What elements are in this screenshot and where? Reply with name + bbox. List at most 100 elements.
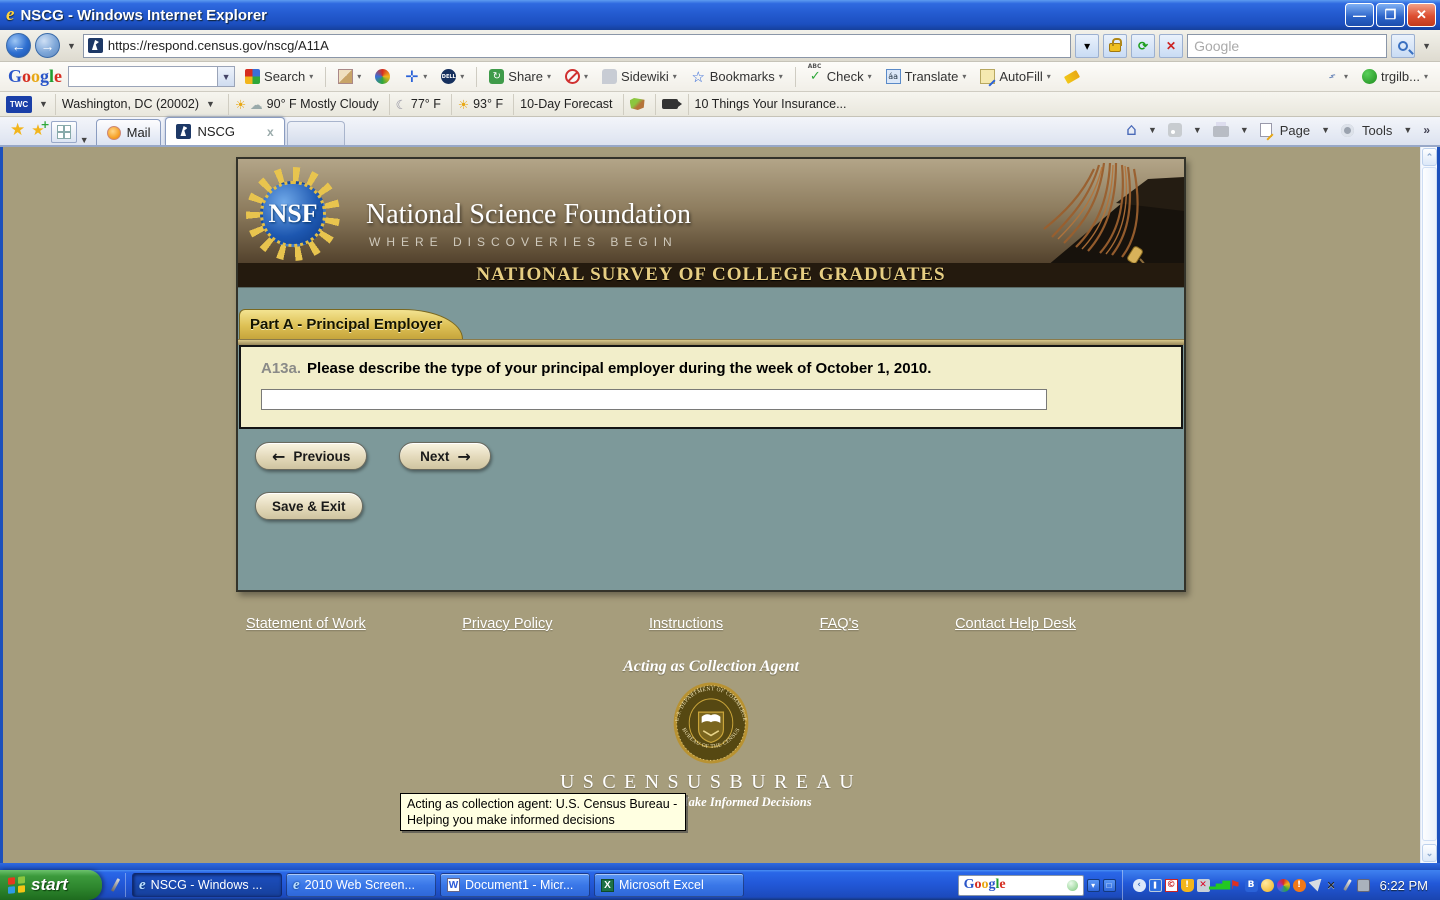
tray-copyright-icon[interactable]: ©	[1165, 879, 1178, 892]
bookmarks-button[interactable]: ☆Bookmarks▾	[687, 67, 787, 86]
faqs-link[interactable]: FAQ's	[820, 616, 859, 632]
save-exit-button[interactable]: Save & Exit	[255, 492, 363, 520]
search-go-button[interactable]	[1391, 34, 1415, 58]
next-button[interactable]: Next→	[399, 442, 491, 470]
tab-mail[interactable]: Mail	[96, 119, 162, 145]
tab-list-dropdown-icon[interactable]: ▼	[77, 135, 92, 145]
popup-blocker-button[interactable]: ▾	[561, 67, 592, 86]
back-button[interactable]: ←	[6, 33, 31, 58]
tray-network-disconnected-icon[interactable]: ✕	[1197, 879, 1210, 892]
statement-of-work-link[interactable]: Statement of Work	[246, 616, 366, 632]
sidewiki-button[interactable]: Sidewiki▾	[598, 67, 681, 86]
search-options-dropdown-icon[interactable]: ▼	[1419, 41, 1434, 51]
dell-button[interactable]: DELL▾	[437, 67, 468, 86]
tray-collapse-icon[interactable]: ‹	[1133, 879, 1146, 892]
security-lock-icon[interactable]	[1103, 34, 1127, 58]
tray-flag-icon[interactable]: ⚑	[1229, 879, 1242, 892]
tools-gear-icon[interactable]	[1341, 124, 1354, 137]
wave-button[interactable]	[371, 67, 394, 86]
twc-dropdown-icon[interactable]: ▼	[36, 99, 51, 109]
task-web-screen[interactable]: e2010 Web Screen...	[286, 873, 436, 897]
deskbar-restore-button[interactable]: □	[1103, 879, 1116, 892]
weather-conditions[interactable]: ☀☁90° F Mostly Cloudy	[228, 94, 385, 115]
tray-signal-icon[interactable]: ▂▄▆	[1213, 879, 1226, 892]
title-bar: e NSCG - Windows Internet Explorer — ❐ ✕	[0, 0, 1440, 30]
census-tagline: Helping You Make Informed Decisions	[236, 795, 1186, 810]
stop-button[interactable]: ✕	[1159, 34, 1183, 58]
deskbar-search-input[interactable]: Google	[958, 875, 1084, 896]
news-headline[interactable]: 10 Things Your Insurance...	[688, 94, 853, 115]
tray-close-icon[interactable]: ✕	[1325, 879, 1338, 892]
send-to-button[interactable]: ▾	[334, 67, 365, 86]
tray-security-shield-icon[interactable]: !	[1181, 879, 1194, 892]
contact-help-desk-link[interactable]: Contact Help Desk	[955, 616, 1076, 632]
account-button[interactable]: trgilb...▾	[1358, 67, 1432, 86]
moon-icon: ☾	[396, 97, 407, 112]
scroll-down-button[interactable]: ⌄	[1422, 844, 1437, 862]
vertical-scrollbar[interactable]: ⌃ ⌄	[1420, 147, 1437, 863]
tray-messenger-icon[interactable]	[1261, 879, 1274, 892]
excel-icon: X	[601, 879, 614, 892]
weather-high[interactable]: ☀93° F	[451, 94, 509, 115]
task-nscg[interactable]: eNSCG - Windows ...	[132, 873, 282, 897]
weather-video-button[interactable]	[655, 94, 684, 115]
minimize-button[interactable]: —	[1345, 3, 1374, 27]
footer-links: Statement of Work Privacy Policy Instruc…	[246, 616, 1076, 632]
search-input[interactable]	[1187, 34, 1387, 58]
history-dropdown-icon[interactable]: ▼	[64, 41, 79, 51]
tray-pointer-icon[interactable]	[1309, 879, 1322, 892]
weather-low[interactable]: ☾77° F	[389, 94, 447, 115]
twc-logo[interactable]: TWC	[6, 96, 32, 113]
close-button[interactable]: ✕	[1407, 3, 1436, 27]
answer-input[interactable]	[261, 389, 1047, 410]
task-word-document[interactable]: WDocument1 - Micr...	[440, 873, 590, 897]
tab-nscg[interactable]: NSCG x	[165, 117, 284, 145]
scrollbar-thumb[interactable]	[1422, 167, 1437, 841]
refresh-button[interactable]: ⟳	[1131, 34, 1155, 58]
add-favorite-icon[interactable]: ★	[31, 121, 44, 139]
toolbar-settings-button[interactable]: ⌁▾	[1321, 67, 1352, 86]
tray-monitor-icon[interactable]	[1357, 879, 1370, 892]
weather-location[interactable]: Washington, DC (20002)▼	[55, 94, 224, 115]
overflow-chevron-icon[interactable]: »	[1423, 123, 1430, 137]
deskbar-dropdown-button[interactable]: ▾	[1087, 879, 1100, 892]
forward-button[interactable]: →	[35, 33, 60, 58]
new-tab-stub[interactable]	[287, 121, 345, 145]
privacy-policy-link[interactable]: Privacy Policy	[462, 616, 552, 632]
start-button[interactable]: start	[0, 870, 102, 900]
address-bar[interactable]: https://respond.census.gov/nscg/A11A	[83, 34, 1071, 58]
highlighter-button[interactable]	[1061, 71, 1083, 83]
page-menu-icon[interactable]	[1260, 123, 1272, 137]
quick-launch-pen-icon[interactable]	[111, 878, 120, 892]
restore-button[interactable]: ❐	[1376, 3, 1405, 27]
google-search-button[interactable]: Search▾	[241, 67, 317, 86]
tray-alert-icon[interactable]: !	[1293, 879, 1306, 892]
feeds-icon[interactable]	[1168, 123, 1182, 137]
spellcheck-button[interactable]: ABC✓Check▾	[804, 67, 876, 86]
tools-menu[interactable]: Tools	[1362, 123, 1392, 138]
quick-tabs-button[interactable]	[51, 121, 77, 143]
forecast-link[interactable]: 10-Day Forecast	[513, 94, 618, 115]
tray-bluetooth-icon[interactable]: B	[1245, 879, 1258, 892]
favorites-star-icon[interactable]: ★	[10, 120, 25, 140]
page-menu[interactable]: Page	[1280, 123, 1310, 138]
address-dropdown-button[interactable]: ▾	[1075, 34, 1099, 58]
add-gadget-button[interactable]: ✛▾	[400, 67, 431, 86]
home-icon[interactable]: ⌂	[1126, 120, 1137, 140]
weather-map-button[interactable]	[623, 94, 651, 115]
autofill-button[interactable]: AutoFill▾	[976, 67, 1054, 86]
share-button[interactable]: ↻Share▾	[485, 67, 555, 86]
translate-button[interactable]: áaTranslate▾	[882, 67, 971, 86]
google-search-input[interactable]	[68, 66, 218, 87]
tab-close-icon[interactable]: x	[267, 125, 274, 139]
tray-pen-icon[interactable]	[1341, 879, 1354, 892]
scroll-up-button[interactable]: ⌃	[1422, 148, 1437, 166]
task-excel[interactable]: XMicrosoft Excel	[594, 873, 744, 897]
tray-display-icon[interactable]: ❚	[1149, 879, 1162, 892]
print-icon[interactable]	[1213, 126, 1229, 137]
tray-picasa-icon[interactable]	[1277, 879, 1290, 892]
instructions-link[interactable]: Instructions	[649, 616, 723, 632]
previous-button[interactable]: ←Previous	[255, 442, 367, 470]
right-arrow-icon: →	[457, 447, 470, 466]
google-search-dropdown[interactable]: ▼	[218, 66, 235, 87]
